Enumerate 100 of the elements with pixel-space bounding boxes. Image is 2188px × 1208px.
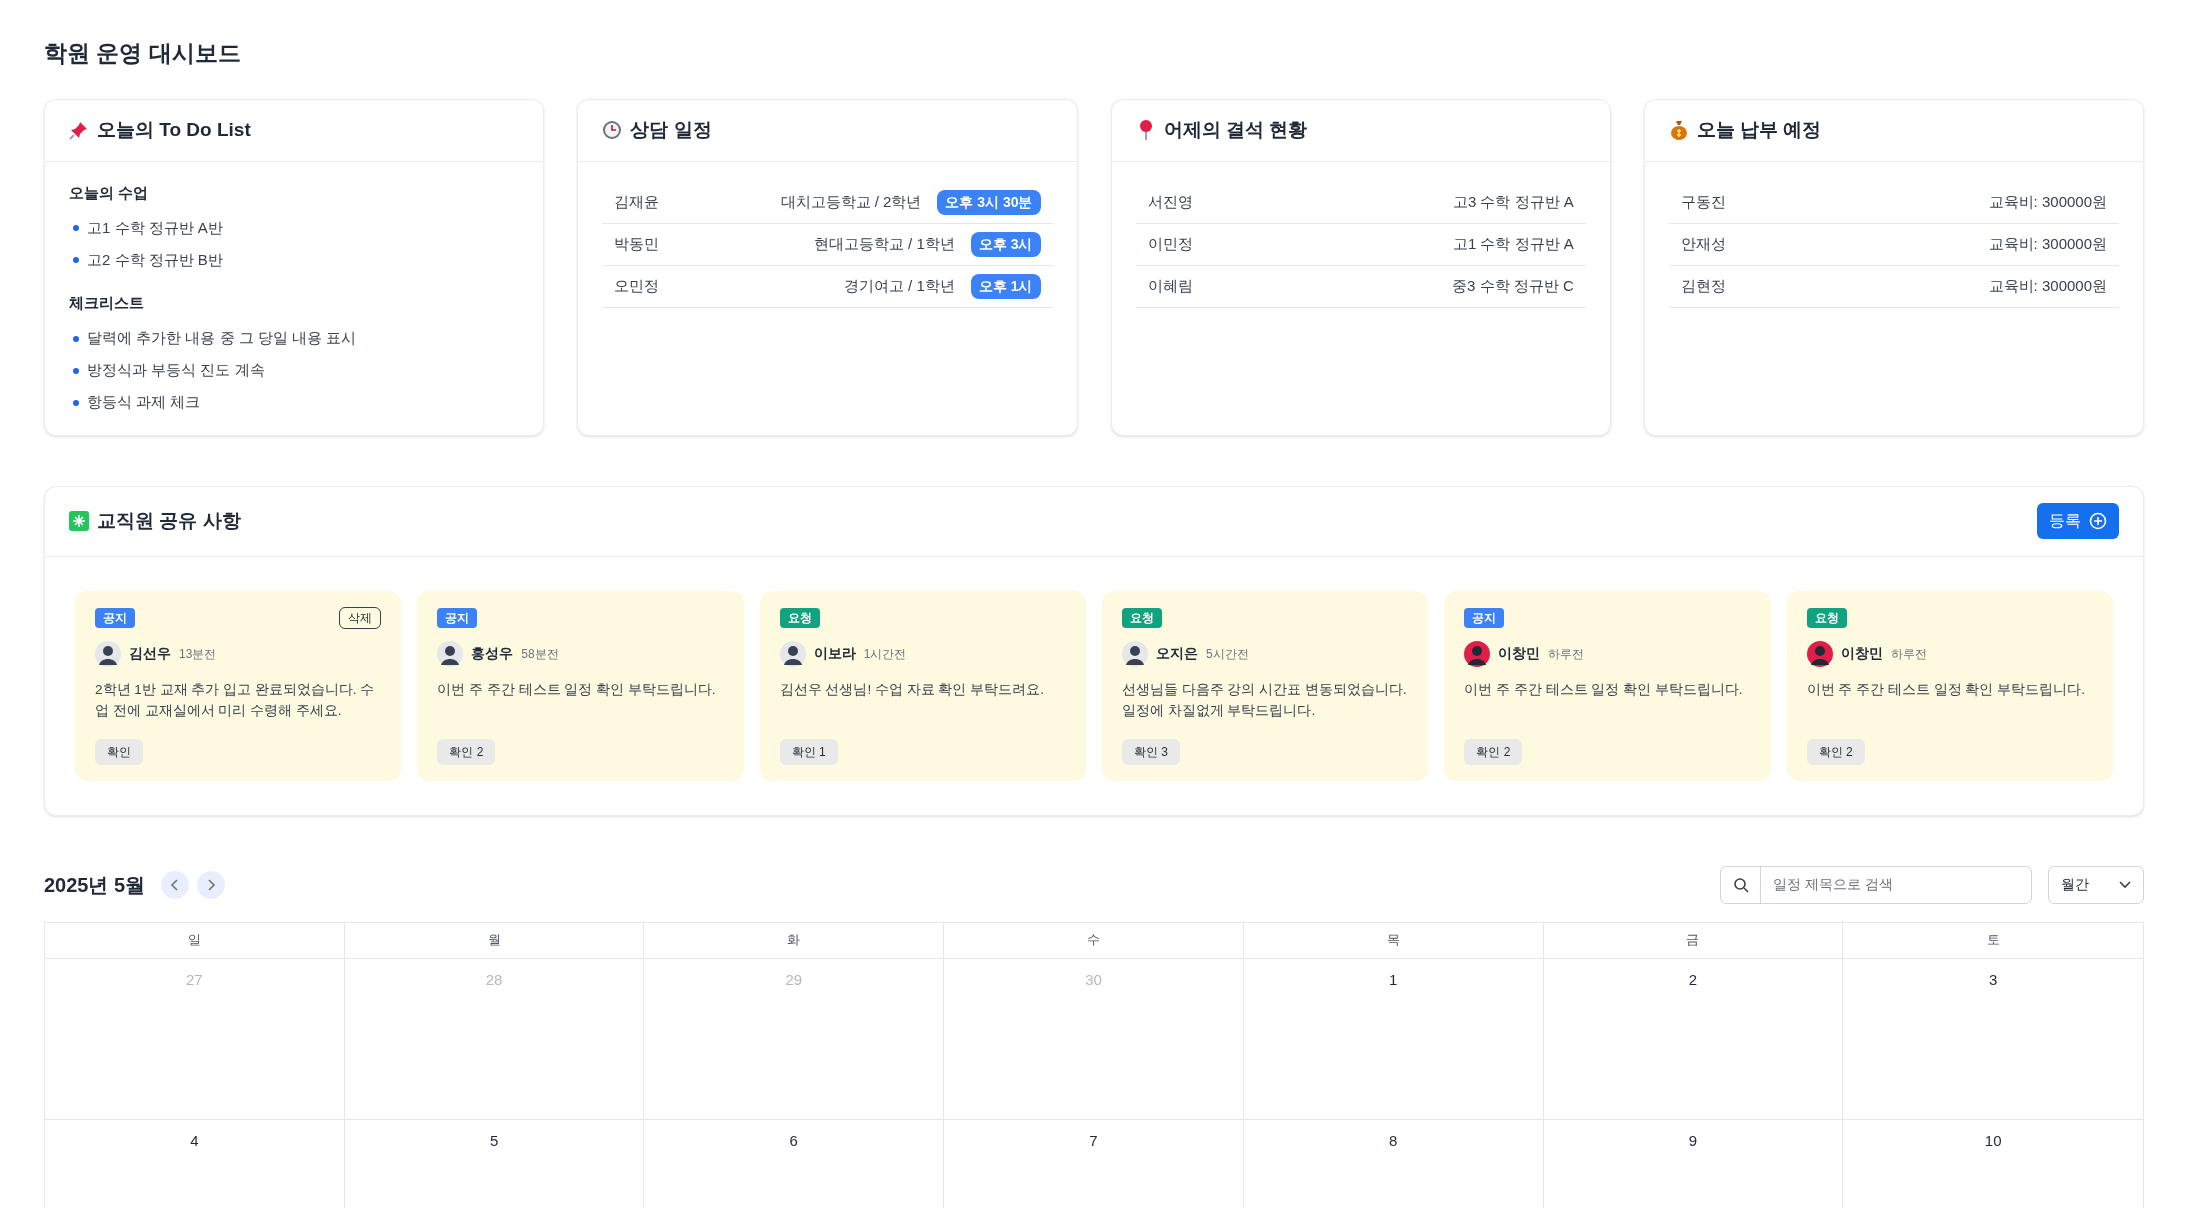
time-badge: 오후 3시 30분 (937, 189, 1041, 215)
weekday-label: 일 (187, 931, 201, 950)
notice-text: 2학년 1반 교재 추가 입고 완료되었습니다. 수업 전에 교재실에서 미리 수령해 주세요. (95, 680, 376, 720)
category-tag: 공지 (1464, 607, 1505, 628)
next-month-button[interactable] (197, 870, 226, 899)
post-time: 하루전 (1890, 645, 1927, 663)
row-value: 고3 수학 정규반 A (1452, 191, 1574, 212)
day-cell[interactable]: 6 (644, 1119, 945, 1208)
day-number: 4 (190, 1130, 199, 1151)
day-cell[interactable]: 5 (344, 1119, 645, 1208)
day-cell[interactable]: 9 (1543, 1119, 1844, 1208)
search-input[interactable]: 일정 제목으로 검색 (1761, 874, 2031, 895)
author-name: 오지은 (1156, 644, 1198, 663)
day-number: 6 (789, 1130, 798, 1151)
post-time: 하루전 (1548, 645, 1585, 663)
category-tag: 요청 (1806, 607, 1847, 628)
avatar-icon (1122, 640, 1148, 667)
todo-item: 고1 수학 정규반 A반 (87, 217, 223, 238)
time-badge: 오후 1시 (970, 273, 1041, 299)
confirm-button[interactable]: 확인 3 (1122, 738, 1180, 765)
bullet-icon (73, 335, 79, 342)
view-select[interactable]: 월간 (2048, 865, 2144, 904)
chevron-right-icon (206, 878, 217, 891)
row-value: 중3 수학 정규반 C (1452, 275, 1574, 296)
notice-text: 김선우 선생님! 수업 자료 확인 부탁드려요. (779, 680, 1045, 699)
clock-icon (602, 120, 623, 140)
card-title: 어제의 결석 현황 (1163, 117, 1308, 142)
weekday-label: 토 (1986, 931, 2000, 950)
notice-text: 이번 주 주간 테스트 일정 확인 부탁드립니다. (1464, 680, 1744, 699)
bullet-icon (73, 225, 79, 231)
section-heading: 체크리스트 (69, 293, 145, 313)
author-name: 홍성우 (471, 644, 514, 663)
bullet-icon (73, 399, 79, 406)
notice-text: 이번 주 주간 테스트 일정 확인 부탁드립니다. (437, 680, 717, 699)
pushpin-icon (69, 120, 89, 140)
category-tag: 요청 (779, 607, 820, 628)
day-number: 1 (1389, 969, 1398, 990)
student-name: 안재성 (1680, 233, 1726, 254)
day-number: 30 (1085, 969, 1102, 990)
delete-button[interactable]: 삭제 (339, 606, 382, 629)
row-value: 교육비: 300000원 (1988, 233, 2107, 254)
avatar-icon (437, 640, 464, 667)
day-number: 28 (485, 969, 503, 990)
row-value: 고1 수학 정규반 A (1452, 233, 1574, 254)
day-cell[interactable]: 3 (1843, 958, 2143, 1119)
day-cell[interactable]: 8 (1243, 1119, 1544, 1208)
day-number: 2 (1688, 969, 1698, 990)
day-number: 29 (785, 969, 803, 990)
student-name: 이혜림 (1147, 275, 1193, 296)
weekday-label: 화 (787, 931, 801, 950)
day-number: 9 (1688, 1130, 1698, 1151)
month-title: 2025년 5월 (44, 872, 146, 898)
day-cell[interactable]: 4 (45, 1119, 345, 1208)
confirm-button[interactable]: 확인 2 (437, 738, 496, 765)
student-name: 김현정 (1680, 275, 1726, 296)
section-heading: 오늘의 수업 (69, 182, 150, 203)
avatar-icon (95, 640, 121, 667)
confirm-button[interactable]: 확인 1 (779, 738, 838, 765)
card-title: 오늘 납부 예정 (1696, 117, 1822, 142)
day-number: 27 (186, 969, 203, 990)
post-time: 13분전 (179, 645, 217, 663)
day-cell[interactable]: 10 (1843, 1119, 2143, 1208)
confirm-button[interactable]: 확인 2 (1464, 738, 1523, 765)
card-title: 오늘의 To Do List (97, 117, 251, 142)
todo-item: 항등식 과제 체크 (87, 392, 201, 413)
previous-month-button[interactable] (161, 870, 190, 899)
student-name: 오민정 (614, 275, 661, 296)
chevron-down-icon (2119, 880, 2131, 889)
day-cell[interactable]: 1 (1243, 958, 1544, 1119)
avatar-icon (1806, 640, 1833, 667)
student-name: 구동진 (1680, 191, 1726, 212)
search-field[interactable]: 일정 제목으로 검색 (1720, 865, 2032, 904)
student-name: 김재윤 (614, 191, 661, 212)
student-name: 박동민 (614, 233, 661, 254)
day-number: 10 (1984, 1130, 2002, 1151)
category-tag: 공지 (437, 607, 478, 628)
bullet-icon (73, 367, 79, 374)
student-name: 서진영 (1147, 191, 1193, 212)
school-grade: 대치고등학교 / 2학년 (780, 191, 922, 212)
register-button[interactable]: 등록 (2037, 503, 2119, 539)
category-tag: 공지 (95, 607, 135, 628)
weekday-label: 수 (1087, 931, 1100, 950)
school-grade: 경기여고 / 1학년 (843, 275, 955, 296)
card-title: 상담 일정 (630, 117, 712, 142)
day-number: 5 (489, 1130, 499, 1151)
todo-item: 방정식과 부등식 진도 계속 (87, 360, 265, 381)
author-name: 이보라 (813, 644, 856, 663)
post-time: 58분전 (521, 645, 559, 663)
panel-title: 교직원 공유 사항 (97, 508, 242, 533)
day-cell[interactable]: 2 (1543, 958, 1844, 1119)
author-name: 이창민 (1840, 644, 1883, 663)
row-value: 교육비: 300000원 (1988, 275, 2107, 296)
weekday-label: 목 (1386, 931, 1400, 950)
confirm-button[interactable]: 확인 (95, 738, 143, 765)
chevron-left-icon (170, 878, 181, 891)
author-name: 이창민 (1498, 644, 1541, 663)
day-cell[interactable]: 7 (944, 1119, 1244, 1208)
day-number: 3 (1988, 969, 1998, 990)
notice-text: 이번 주 주간 테스트 일정 확인 부탁드립니다. (1806, 680, 2086, 699)
confirm-button[interactable]: 확인 2 (1806, 738, 1865, 765)
